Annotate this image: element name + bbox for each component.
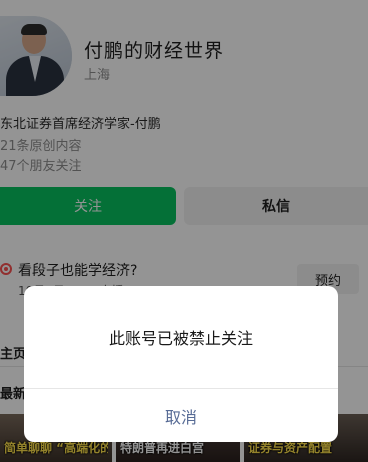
cancel-button[interactable]: 取消 — [24, 389, 338, 442]
dialog-message: 此账号已被禁止关注 — [108, 329, 253, 348]
alert-dialog: 此账号已被禁止关注 取消 — [24, 286, 338, 442]
